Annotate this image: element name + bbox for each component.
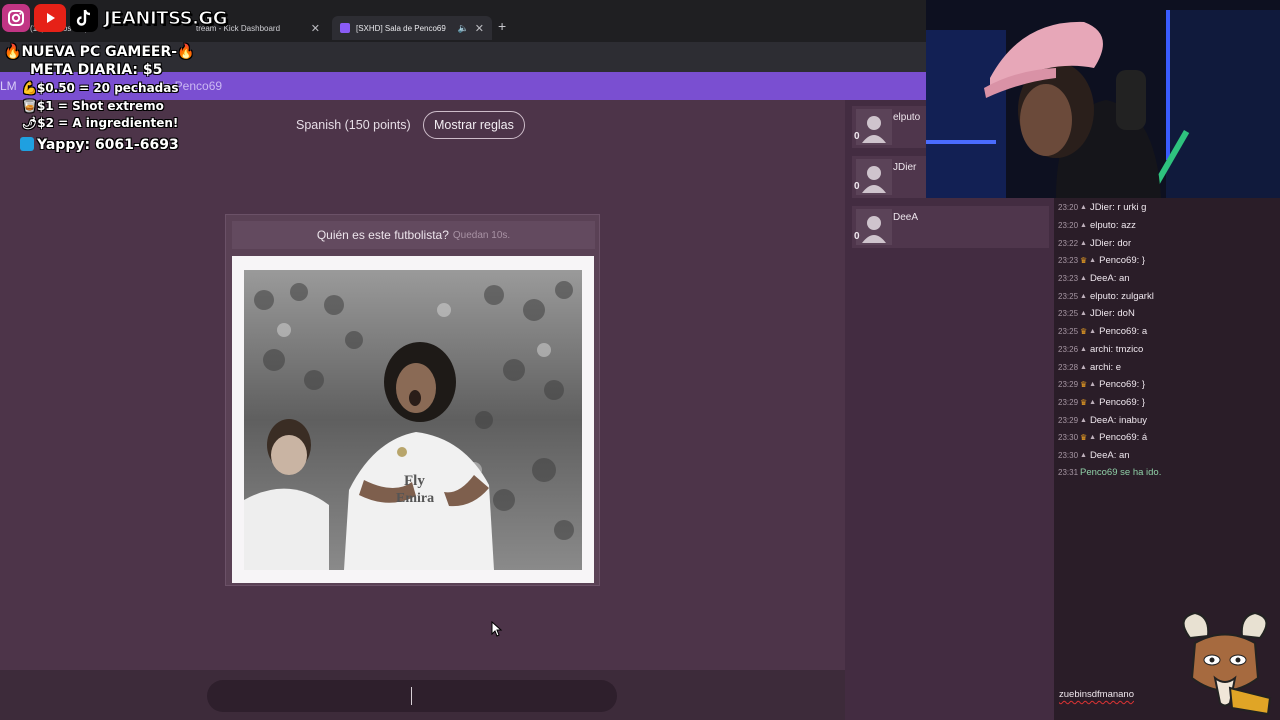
show-rules-button[interactable]: Mostrar reglas	[423, 111, 525, 139]
chat-message: 23:30 ♛ ▲ Penco69: á	[1058, 431, 1148, 443]
player-name: JDier	[893, 162, 917, 173]
tab-room[interactable]: [SXHD] Sala de Penco69 🔈 ✕	[332, 16, 492, 40]
user-icon: ▲	[1089, 380, 1097, 388]
chat-message: 23:25 ▲ elputo: zulgarkl	[1058, 290, 1154, 302]
chat-message: 23:22 ▲ JDier: dor	[1058, 237, 1132, 249]
chat-message: 23:23 ▲ DeeA: an	[1058, 272, 1130, 284]
webcam-video	[926, 0, 1280, 198]
chat-system-message: 23:31 Penco69 se ha ido.	[1058, 466, 1162, 478]
user-icon	[856, 209, 892, 245]
promo-title: 🔥NUEVA PC GAMEER-🔥	[4, 44, 195, 60]
user-icon: ▲	[1080, 274, 1087, 282]
promo-line: 💪$0.50 = 20 pechadas	[22, 81, 179, 95]
yappy-icon	[20, 137, 34, 151]
user-icon: ▲	[1080, 363, 1087, 371]
player-score: 0	[854, 181, 860, 192]
chat-message: 23:29 ♛ ▲ Penco69: }	[1058, 378, 1146, 390]
chat-message: 23:20 ▲ elputo: azz	[1058, 219, 1136, 231]
chat-message: 23:25 ▲ JDier: doN	[1058, 307, 1135, 319]
user-icon: ▲	[1080, 451, 1087, 459]
user-icon: ▲	[1080, 345, 1087, 353]
promo-payment: Yappy: 6061-6693	[20, 137, 179, 153]
webcam-overlay	[926, 0, 1280, 198]
user-icon: ▲	[1080, 416, 1087, 424]
chat-message: 23:26 ▲ archi: tmzico	[1058, 343, 1144, 355]
svg-text:Emira: Emira	[396, 491, 434, 506]
tiktok-icon	[70, 4, 98, 32]
chat-message: 23:28 ▲ archi: e	[1058, 361, 1122, 373]
user-icon: ▲	[1089, 398, 1097, 406]
user-icon: ▲	[1089, 256, 1097, 264]
quiz-question: Quién es este futbolista?	[316, 228, 449, 242]
goat-mascot-icon	[1182, 611, 1272, 716]
crown-icon: ♛	[1080, 326, 1088, 336]
player-score: 0	[854, 231, 860, 242]
fire-icon: 🔥	[4, 44, 22, 60]
text-caret	[411, 687, 412, 705]
close-icon[interactable]: ✕	[311, 22, 320, 35]
shot-icon: 🥃	[22, 99, 37, 113]
chat-input[interactable]: zuebinsdfmanano	[1059, 689, 1134, 700]
instagram-icon	[2, 4, 30, 32]
crown-icon: ♛	[1080, 432, 1088, 442]
fire-icon: 🔥	[177, 44, 195, 60]
quiz-timer: Quedan 10s.	[452, 229, 511, 241]
screen: (19) Somos la que tream - Kick Dashboard…	[0, 0, 1280, 720]
quiz-card: Quién es este futbolista? Quedan 10s. Fl…	[225, 214, 600, 586]
user-icon: ▲	[1080, 239, 1087, 247]
close-icon[interactable]: ✕	[475, 22, 484, 35]
svg-text:Fly: Fly	[404, 473, 425, 489]
youtube-icon	[34, 4, 66, 32]
user-icon: ▲	[1080, 309, 1087, 317]
social-handles: JEANITSS.GG	[0, 0, 228, 36]
player-name: DeeA	[893, 212, 919, 223]
user-icon	[856, 109, 892, 145]
pepper-icon: 🌶	[22, 116, 38, 130]
user-icon: ▲	[1080, 203, 1087, 211]
promo-line: 🥃$1 = Shot extremo	[22, 99, 164, 113]
chat-message: 23:29 ▲ DeeA: inabuy	[1058, 414, 1147, 426]
user-icon	[856, 159, 892, 195]
game-area: Spanish (150 points) Mostrar reglas Quié…	[0, 100, 845, 670]
user-icon: ▲	[1080, 221, 1087, 229]
quiz-header: Quién es este futbolista? Quedan 10s.	[232, 221, 595, 249]
user-icon: ▲	[1080, 292, 1087, 300]
user-icon: ▲	[1089, 327, 1097, 335]
crown-icon: ♛	[1080, 255, 1088, 265]
chat-message: 23:29 ♛ ▲ Penco69: }	[1058, 396, 1146, 408]
chat-message: 23:23 ♛ ▲ Penco69: }	[1058, 254, 1146, 266]
streamer-handle: JEANITSS.GG	[104, 7, 228, 29]
player-name: elputo	[893, 112, 921, 123]
footballer-photo: Fly Emira	[244, 270, 582, 570]
new-tab-button[interactable]: +	[498, 18, 506, 34]
user-icon: ▲	[1089, 433, 1097, 441]
footballer-photo-image: Fly Emira	[244, 270, 582, 570]
chat-message: 23:20 ▲ JDier: r urki g	[1058, 201, 1147, 213]
chat-message: 23:25 ♛ ▲ Penco69: a	[1058, 325, 1148, 337]
room-crumb-prefix: LM	[0, 79, 17, 93]
promo-goal: META DIARIA: $5	[30, 62, 163, 78]
answer-input[interactable]	[207, 680, 617, 712]
crown-icon: ♛	[1080, 379, 1088, 389]
photo-frame: Fly Emira	[232, 256, 594, 583]
promo-line: 🌶$2 = A ingredienten!	[22, 116, 179, 130]
crown-icon: ♛	[1080, 397, 1088, 407]
speaker-icon[interactable]: 🔈	[458, 23, 469, 34]
language-label: Spanish (150 points)	[296, 118, 411, 132]
player-score: 0	[854, 131, 860, 142]
kick-favicon-icon	[340, 23, 350, 33]
tab-3-title: [SXHD] Sala de Penco69	[356, 23, 446, 33]
cursor-icon	[491, 621, 503, 637]
chat-message: 23:30 ▲ DeeA: an	[1058, 449, 1130, 461]
player-card[interactable]: 0 DeeA	[852, 206, 1049, 248]
flex-icon: 💪	[22, 81, 37, 95]
